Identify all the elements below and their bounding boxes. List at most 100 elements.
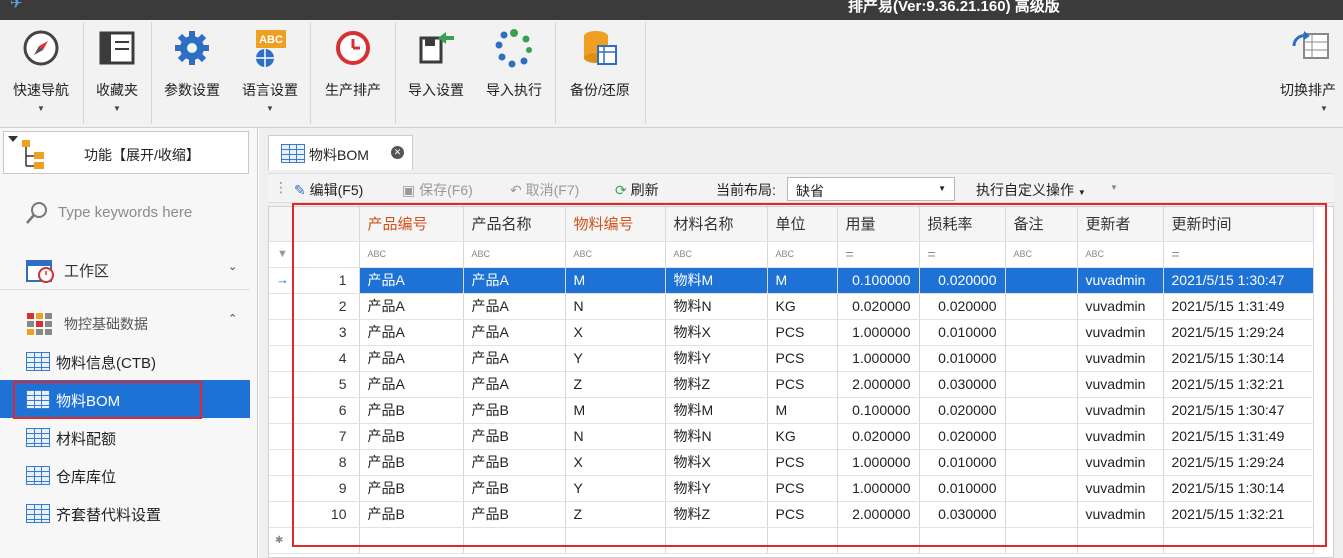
table-cell[interactable] [1005, 267, 1078, 294]
table-cell[interactable]: 产品A [463, 319, 566, 346]
table-cell[interactable]: Y [565, 345, 666, 372]
table-cell[interactable]: Z [565, 501, 666, 528]
table-cell[interactable]: vuvadmin [1077, 267, 1164, 294]
sidebar-item-material-quota[interactable]: 材料配额 [0, 418, 250, 456]
sidebar-item-substitute-settings[interactable]: 齐套替代料设置 [0, 494, 250, 532]
table-cell[interactable]: KG [767, 423, 838, 450]
filter-cell[interactable]: = [919, 241, 1006, 268]
table-cell[interactable]: 2021/5/15 1:29:24 [1163, 319, 1314, 346]
table-cell[interactable]: 2021/5/15 1:30:47 [1163, 397, 1314, 424]
table-cell[interactable]: KG [767, 293, 838, 320]
table-cell[interactable]: 1.000000 [837, 345, 920, 372]
table-row[interactable]: 6 产品B 产品B M 物料M M 0.100000 0.020000 vuvadmin 2021… [269, 397, 1314, 424]
filter-cell[interactable]: ABC [665, 241, 768, 268]
table-cell[interactable]: 2021/5/15 1:32:21 [1163, 501, 1314, 528]
table-cell[interactable]: 产品A [359, 267, 464, 294]
save-button[interactable]: ▣ 保存(F6) [402, 180, 473, 200]
layout-select[interactable]: 缺省 ▼ [787, 177, 955, 201]
table-cell[interactable]: 物料X [665, 449, 768, 476]
filter-cell[interactable]: ABC [565, 241, 666, 268]
table-cell[interactable] [1005, 423, 1078, 450]
table-cell[interactable]: 物料Z [665, 371, 768, 398]
table-cell[interactable]: 产品B [463, 397, 566, 424]
filter-cell[interactable]: = [837, 241, 920, 268]
table-cell[interactable]: 1.000000 [837, 449, 920, 476]
table-cell[interactable]: 物料Y [665, 345, 768, 372]
table-cell[interactable]: N [565, 423, 666, 450]
table-cell[interactable]: 2021/5/15 1:32:21 [1163, 371, 1314, 398]
table-cell[interactable]: 2021/5/15 1:30:14 [1163, 475, 1314, 502]
table-row[interactable]: 10 产品B 产品B Z 物料Z PCS 2.000000 0.030000 vuvadmin 2… [269, 501, 1314, 528]
table-cell[interactable]: 1.000000 [837, 319, 920, 346]
table-cell[interactable]: 2021/5/15 1:31:49 [1163, 293, 1314, 320]
column-header[interactable]: 产品编号 [359, 207, 464, 242]
table-cell[interactable]: PCS [767, 319, 838, 346]
sidebar-search-input[interactable]: Type keywords here [24, 200, 244, 226]
table-cell[interactable]: 0.020000 [919, 397, 1006, 424]
table-cell[interactable]: M [565, 267, 666, 294]
quick-nav-button[interactable]: 快速导航 ▼ [0, 20, 82, 126]
table-cell[interactable]: 1.000000 [837, 475, 920, 502]
table-cell[interactable]: 产品A [463, 345, 566, 372]
table-cell[interactable]: 0.020000 [919, 267, 1006, 294]
table-cell[interactable]: 产品A [359, 345, 464, 372]
table-cell[interactable]: 2.000000 [837, 371, 920, 398]
table-row[interactable]: 4 产品A 产品A Y 物料Y PCS 1.000000 0.010000 vuvadmin 20… [269, 345, 1314, 372]
table-cell[interactable]: N [565, 293, 666, 320]
table-cell[interactable] [359, 527, 464, 554]
sidebar-item-warehouse-location[interactable]: 仓库库位 [0, 456, 250, 494]
table-cell[interactable] [665, 527, 768, 554]
column-header[interactable]: 更新者 [1077, 207, 1164, 242]
table-cell[interactable]: 物料N [665, 293, 768, 320]
table-cell[interactable]: 产品B [463, 423, 566, 450]
table-cell[interactable]: 2.000000 [837, 501, 920, 528]
column-header[interactable]: 物料编号 [565, 207, 666, 242]
table-cell[interactable]: 物料N [665, 423, 768, 450]
function-toggle-button[interactable]: 功能【展开/收缩】 [3, 131, 249, 174]
table-cell[interactable]: 物料M [665, 267, 768, 294]
filter-cell[interactable]: ABC [359, 241, 464, 268]
table-cell[interactable]: M [767, 397, 838, 424]
table-row[interactable]: 3 产品A 产品A X 物料X PCS 1.000000 0.010000 vuvadmin 20… [269, 319, 1314, 346]
table-cell[interactable]: vuvadmin [1077, 345, 1164, 372]
table-row[interactable]: 7 产品B 产品B N 物料N KG 0.020000 0.020000 vuvadmin 202… [269, 423, 1314, 450]
toolbar-overflow-icon[interactable]: ▼ [1110, 183, 1118, 192]
table-cell[interactable]: 0.030000 [919, 371, 1006, 398]
table-cell[interactable]: 2021/5/15 1:31:49 [1163, 423, 1314, 450]
table-row[interactable]: 8 产品B 产品B X 物料X PCS 1.000000 0.010000 vuvadmin 20… [269, 449, 1314, 476]
table-cell[interactable]: 0.020000 [837, 293, 920, 320]
column-header[interactable]: 材料名称 [665, 207, 768, 242]
table-cell[interactable] [1005, 345, 1078, 372]
language-settings-button[interactable]: ABC 语言设置 ▼ [232, 20, 308, 126]
table-cell[interactable]: 产品B [463, 475, 566, 502]
table-cell[interactable] [919, 527, 1006, 554]
table-cell[interactable]: Y [565, 475, 666, 502]
cancel-button[interactable]: ↶ 取消(F7) [510, 180, 579, 200]
table-cell[interactable]: vuvadmin [1077, 449, 1164, 476]
table-cell[interactable] [1005, 527, 1078, 554]
table-cell[interactable]: 产品A [463, 293, 566, 320]
table-cell[interactable]: X [565, 449, 666, 476]
filter-cell[interactable]: ABC [463, 241, 566, 268]
table-cell[interactable] [837, 527, 920, 554]
table-cell[interactable]: 产品B [359, 501, 464, 528]
table-cell[interactable]: 产品B [463, 449, 566, 476]
tab-material-bom[interactable]: 物料BOM ✕ [268, 135, 413, 170]
table-cell[interactable]: vuvadmin [1077, 423, 1164, 450]
column-header[interactable]: 备注 [1005, 207, 1078, 242]
backup-restore-button[interactable]: 备份/还原 [557, 20, 643, 126]
table-cell[interactable]: 2021/5/15 1:30:14 [1163, 345, 1314, 372]
table-cell[interactable] [1005, 319, 1078, 346]
table-cell[interactable] [767, 527, 838, 554]
close-icon[interactable]: ✕ [391, 146, 404, 159]
column-header[interactable]: 损耗率 [919, 207, 1006, 242]
table-cell[interactable] [1005, 475, 1078, 502]
filter-cell[interactable]: = [1163, 241, 1314, 268]
table-cell[interactable]: 0.010000 [919, 319, 1006, 346]
table-cell[interactable]: PCS [767, 501, 838, 528]
table-cell[interactable]: 2021/5/15 1:30:47 [1163, 267, 1314, 294]
table-cell[interactable]: 产品A [359, 371, 464, 398]
table-cell[interactable]: vuvadmin [1077, 475, 1164, 502]
sidebar-item-material-info[interactable]: 物料信息(CTB) [0, 342, 250, 380]
sidebar-group-workspace[interactable]: 工作区 ⌄ [0, 250, 250, 290]
